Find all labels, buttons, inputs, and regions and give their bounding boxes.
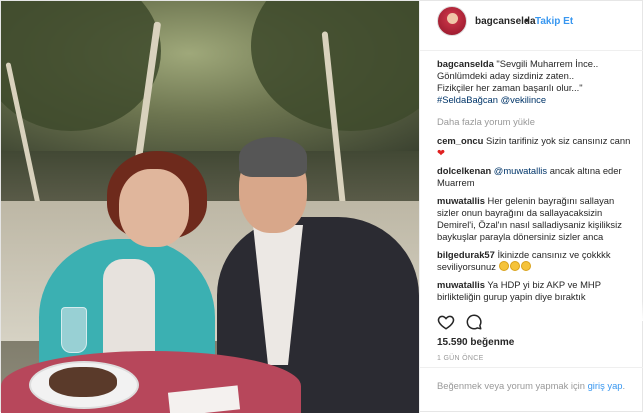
caption-hashtag[interactable]: #SeldaBağcan	[437, 94, 498, 105]
comment-item: muwatallis Ya HDP yi biz AKP ve MHP birl…	[437, 279, 637, 303]
likes-count[interactable]: 15.590 beğenme	[437, 337, 514, 348]
post-photo[interactable]	[1, 1, 419, 413]
comment-item: bilgedurak57 İkinizde cansınız ve çokkkk…	[437, 249, 637, 273]
caption-line3: Fizikçiler her zaman başarılı olur..."	[437, 82, 583, 93]
avatar[interactable]	[437, 6, 467, 36]
caption-line1: "Sevgili Muharrem İnce..	[496, 58, 599, 69]
comment-mention[interactable]: @muwatallis	[494, 165, 547, 176]
header-separator: •	[525, 16, 529, 27]
login-prompt: Beğenmek veya yorum yapmak için giriş ya…	[420, 367, 643, 413]
comment-item: muwatallis Her gelenin bayrağını sallaya…	[437, 195, 637, 243]
comment-icon[interactable]	[465, 313, 483, 331]
post-timestamp: 1 GÜN ÖNCE	[437, 355, 484, 362]
login-prompt-end: .	[622, 380, 626, 391]
post-header: bagcanselda • Takip Et	[420, 1, 643, 51]
instagram-post: bagcanselda • Takip Et bagcanselda "Sevg…	[0, 0, 643, 413]
load-more-comments[interactable]: Daha fazla yorum yükle	[437, 116, 637, 127]
comment-item: cem_oncu Sizin tarifiniz yok siz cansını…	[437, 135, 637, 159]
comment-item: dolcelkenan @muwatallis ancak altına ede…	[437, 165, 637, 189]
follow-button[interactable]: Takip Et	[535, 16, 573, 27]
post-actions	[437, 313, 637, 333]
caption-username[interactable]: bagcanselda	[437, 58, 494, 69]
caption-mention[interactable]: @vekilince	[501, 94, 546, 105]
comment-username[interactable]: cem_oncu	[437, 135, 483, 146]
heart-icon[interactable]	[437, 313, 455, 331]
comment-text: Sizin tarifiniz yok siz cansınız cann	[485, 135, 631, 146]
comment-username[interactable]: muwatallis	[437, 279, 485, 290]
caption-line2: Gönlümdeki aday sizdiniz zaten..	[437, 70, 575, 81]
post-caption: bagcanselda "Sevgili Muharrem İnce.. Gön…	[437, 58, 637, 106]
comment-username[interactable]: dolcelkenan	[437, 165, 491, 176]
post-sidebar: bagcanselda • Takip Et bagcanselda "Sevg…	[419, 1, 643, 413]
login-link[interactable]: giriş yap	[588, 380, 623, 391]
comment-username[interactable]: bilgedurak57	[437, 249, 495, 260]
smile-emoji-icon	[520, 261, 531, 271]
smile-emoji-icon	[509, 261, 520, 271]
smile-emoji-icon	[498, 261, 509, 271]
comments-list: bagcanselda "Sevgili Muharrem İnce.. Gön…	[437, 58, 637, 309]
comment-username[interactable]: muwatallis	[437, 195, 485, 206]
heart-emoji-icon: ❤	[437, 147, 445, 158]
login-prompt-text: Beğenmek veya yorum yapmak için	[437, 380, 585, 391]
